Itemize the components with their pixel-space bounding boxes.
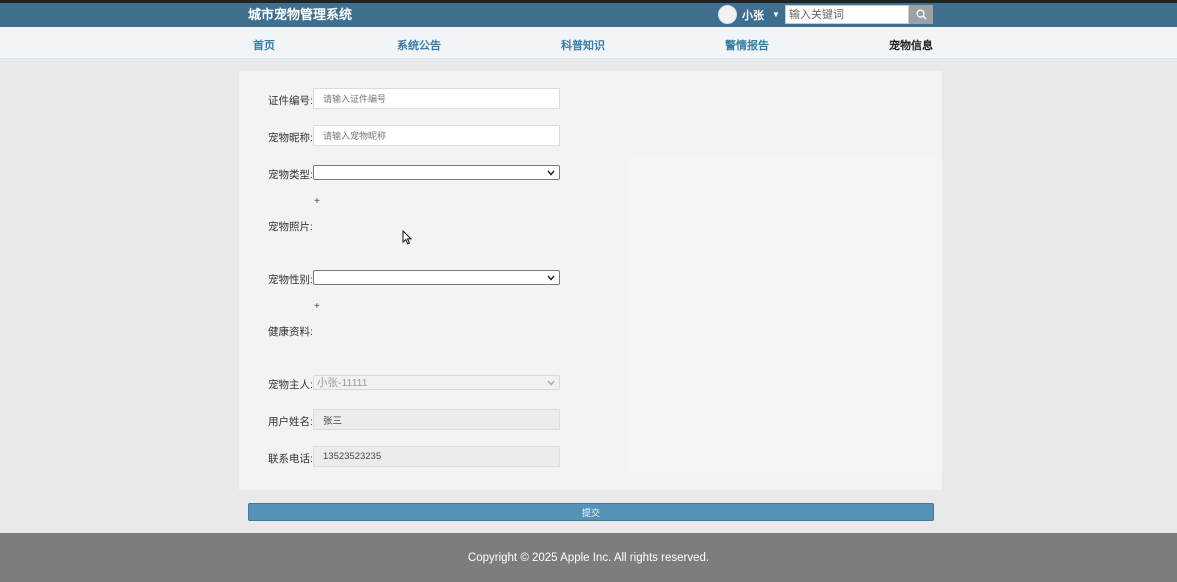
chevron-down-icon <box>547 170 555 176</box>
chevron-down-icon <box>547 380 555 386</box>
search-button[interactable] <box>909 5 933 24</box>
nav-bar: 首页 系统公告 科普知识 警情报告 宠物信息 <box>0 27 1177 59</box>
nav-pet-info[interactable]: 宠物信息 <box>889 37 933 53</box>
search-icon <box>915 9 927 20</box>
caret-down-icon[interactable]: ▼ <box>772 10 780 19</box>
footer: Copyright © 2025 Apple Inc. All rights r… <box>0 533 1177 582</box>
gender-label: 宠物性别: <box>268 274 313 286</box>
cert-number-input[interactable] <box>313 88 560 109</box>
nav-knowledge[interactable]: 科普知识 <box>561 37 605 53</box>
cert-label: 证件编号: <box>268 95 313 107</box>
copyright-text: Copyright © 2025 Apple Inc. All rights r… <box>467 551 710 564</box>
submit-button[interactable]: 提交 <box>248 503 934 521</box>
phone-field[interactable] <box>313 446 560 467</box>
nav-home[interactable]: 首页 <box>253 37 275 53</box>
pet-gender-select[interactable] <box>313 270 560 285</box>
photo-upload-plus[interactable]: + <box>314 196 320 207</box>
nav-announcements[interactable]: 系统公告 <box>397 37 441 53</box>
nickname-label: 宠物昵称: <box>268 132 313 144</box>
owner-label: 宠物主人: <box>268 379 313 391</box>
user-name[interactable]: 小张 <box>742 7 764 23</box>
pet-owner-value: 小张-11111 <box>317 377 368 389</box>
top-header: 城市宠物管理系统 小张 ▼ <box>0 0 1177 27</box>
pet-owner-select[interactable]: 小张-11111 <box>313 375 560 390</box>
avatar[interactable] <box>718 5 737 24</box>
search-input[interactable] <box>785 5 909 24</box>
chevron-down-icon <box>547 275 555 281</box>
side-panel <box>627 158 942 472</box>
realname-label: 用户姓名: <box>268 416 313 428</box>
photo-label: 宠物照片: <box>268 221 313 233</box>
phone-label: 联系电话: <box>268 453 313 465</box>
user-menu[interactable]: 小张 ▼ <box>718 5 780 24</box>
nav-police-reports[interactable]: 警情报告 <box>725 37 769 53</box>
health-label: 健康资料: <box>268 326 313 338</box>
app-title: 城市宠物管理系统 <box>248 7 353 22</box>
type-label: 宠物类型: <box>268 169 313 181</box>
health-upload-plus[interactable]: + <box>314 301 320 312</box>
mouse-pointer-icon <box>402 230 412 245</box>
pet-type-select[interactable] <box>313 165 560 180</box>
pet-nickname-input[interactable] <box>313 125 560 146</box>
user-realname-field[interactable] <box>313 409 560 430</box>
